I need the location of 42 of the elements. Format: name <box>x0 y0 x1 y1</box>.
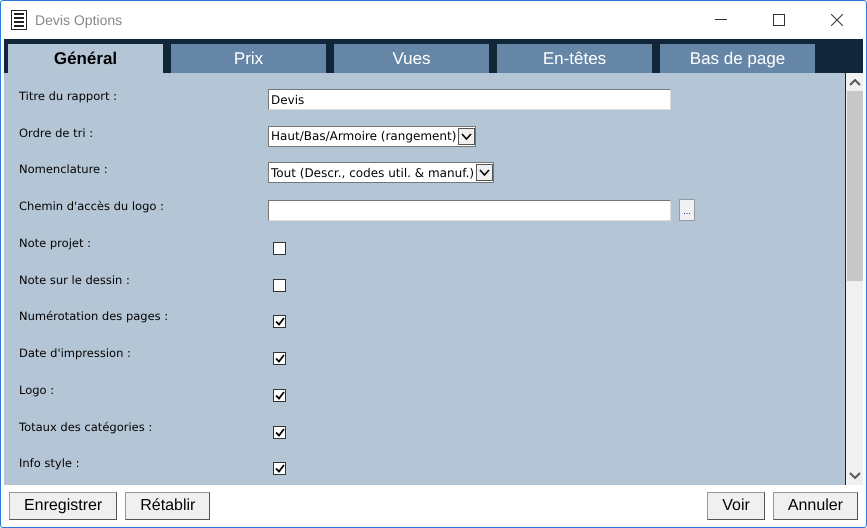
browse-button[interactable]: ... <box>679 199 695 222</box>
checkbox[interactable] <box>273 352 286 366</box>
caret-icon <box>461 132 472 140</box>
tab[interactable]: Vues <box>334 44 489 73</box>
checkbox[interactable] <box>273 426 286 439</box>
field-label: Nomenclature : <box>19 161 109 176</box>
field-label: Logo : <box>19 382 56 397</box>
field-label: Titre du rapport : <box>19 88 118 103</box>
action-button[interactable]: Rétablir <box>125 492 210 520</box>
scrollbar[interactable] <box>845 73 863 485</box>
tab[interactable]: Prix <box>171 44 326 73</box>
maximize-icon[interactable] <box>773 14 785 26</box>
tab[interactable]: Bas de page <box>660 44 815 73</box>
text-field[interactable]: Devis <box>268 89 671 110</box>
action-button[interactable]: Annuler <box>772 492 858 520</box>
chevron-down-icon[interactable] <box>848 472 860 480</box>
action-button[interactable]: Enregistrer <box>9 492 118 520</box>
tab[interactable]: En-têtes <box>497 44 652 73</box>
checkbox[interactable] <box>273 278 286 292</box>
checkbox[interactable] <box>273 242 286 255</box>
field-label: Numérotation des pages : <box>19 308 170 324</box>
field-label: Chemin d'accès du logo : <box>19 198 165 214</box>
checkbox[interactable] <box>273 315 286 328</box>
minimize-icon[interactable] <box>715 19 727 21</box>
field-label: Totaux des catégories : <box>19 418 154 434</box>
field-label: Ordre de tri : <box>19 124 94 140</box>
chevron-up-icon[interactable] <box>848 78 860 86</box>
caret-icon <box>479 169 490 176</box>
field-label: Date d'impression : <box>19 345 132 360</box>
field-label: Note sur le dessin : <box>19 272 131 287</box>
checkbox[interactable] <box>273 462 286 476</box>
close-icon[interactable] <box>831 14 843 26</box>
window-title: Devis Options <box>35 12 122 28</box>
action-button[interactable]: Voir <box>707 492 765 520</box>
field-label: Info style : <box>19 455 81 470</box>
dropdown[interactable]: Tout (Descr., codes util. & manuf.) <box>268 162 494 184</box>
dropdown[interactable]: Haut/Bas/Armoire (rangement) <box>268 126 476 147</box>
checkbox[interactable] <box>273 388 286 402</box>
document-icon <box>11 10 27 30</box>
path-field[interactable] <box>268 200 671 221</box>
field-label: Note projet : <box>19 234 92 250</box>
tab[interactable]: Général <box>8 44 163 73</box>
